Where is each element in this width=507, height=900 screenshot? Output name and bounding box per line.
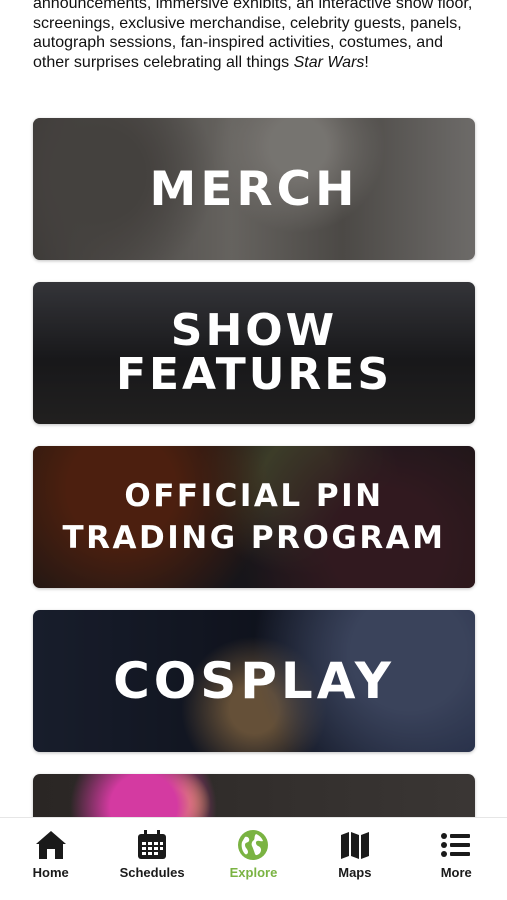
tab-maps-label: Maps bbox=[338, 865, 372, 880]
intro-end: ! bbox=[364, 53, 369, 71]
pin-trading-title: OFFICIAL PIN TRADING PROGRAM bbox=[62, 475, 445, 559]
pin-trading-title-line2: TRADING PROGRAM bbox=[62, 520, 446, 556]
show-features-title: SHOW FEATURES bbox=[116, 309, 392, 397]
bottom-tab-bar: Home Schedules Explore Maps More bbox=[0, 817, 507, 900]
home-icon bbox=[35, 831, 66, 859]
tab-schedules-label: Schedules bbox=[119, 865, 185, 880]
tab-schedules[interactable]: Schedules bbox=[102, 818, 202, 880]
explore-cards: MERCH SHOW FEATURES OFFICIAL PIN TRADING… bbox=[33, 118, 475, 856]
tab-home-label: Home bbox=[32, 865, 69, 880]
map-icon bbox=[340, 832, 369, 859]
show-features-title-line2: FEATURES bbox=[115, 349, 393, 400]
tab-more-label: More bbox=[440, 865, 472, 880]
tab-maps[interactable]: Maps bbox=[305, 818, 405, 880]
tab-home[interactable]: Home bbox=[1, 818, 101, 880]
tab-explore[interactable]: Explore bbox=[203, 818, 303, 880]
cosplay-card[interactable]: COSPLAY bbox=[33, 610, 475, 752]
cosplay-title: COSPLAY bbox=[113, 652, 395, 710]
intro-paragraph: announcements, immersive exhibits, an in… bbox=[33, 0, 483, 72]
show-features-card[interactable]: SHOW FEATURES bbox=[33, 282, 475, 424]
globe-icon bbox=[238, 830, 269, 860]
pin-trading-card[interactable]: OFFICIAL PIN TRADING PROGRAM bbox=[33, 446, 475, 588]
merch-card[interactable]: MERCH bbox=[33, 118, 475, 260]
list-icon bbox=[441, 833, 471, 857]
merch-title: MERCH bbox=[149, 161, 359, 217]
intro-text: announcements, immersive exhibits, an in… bbox=[33, 0, 473, 71]
calendar-icon bbox=[138, 830, 167, 859]
pin-trading-title-line1: OFFICIAL PIN bbox=[124, 478, 384, 514]
tab-explore-label: Explore bbox=[229, 865, 278, 880]
tab-more[interactable]: More bbox=[406, 818, 506, 880]
intro-italic: Star Wars bbox=[293, 53, 365, 71]
show-features-title-line1: SHOW bbox=[170, 305, 338, 356]
